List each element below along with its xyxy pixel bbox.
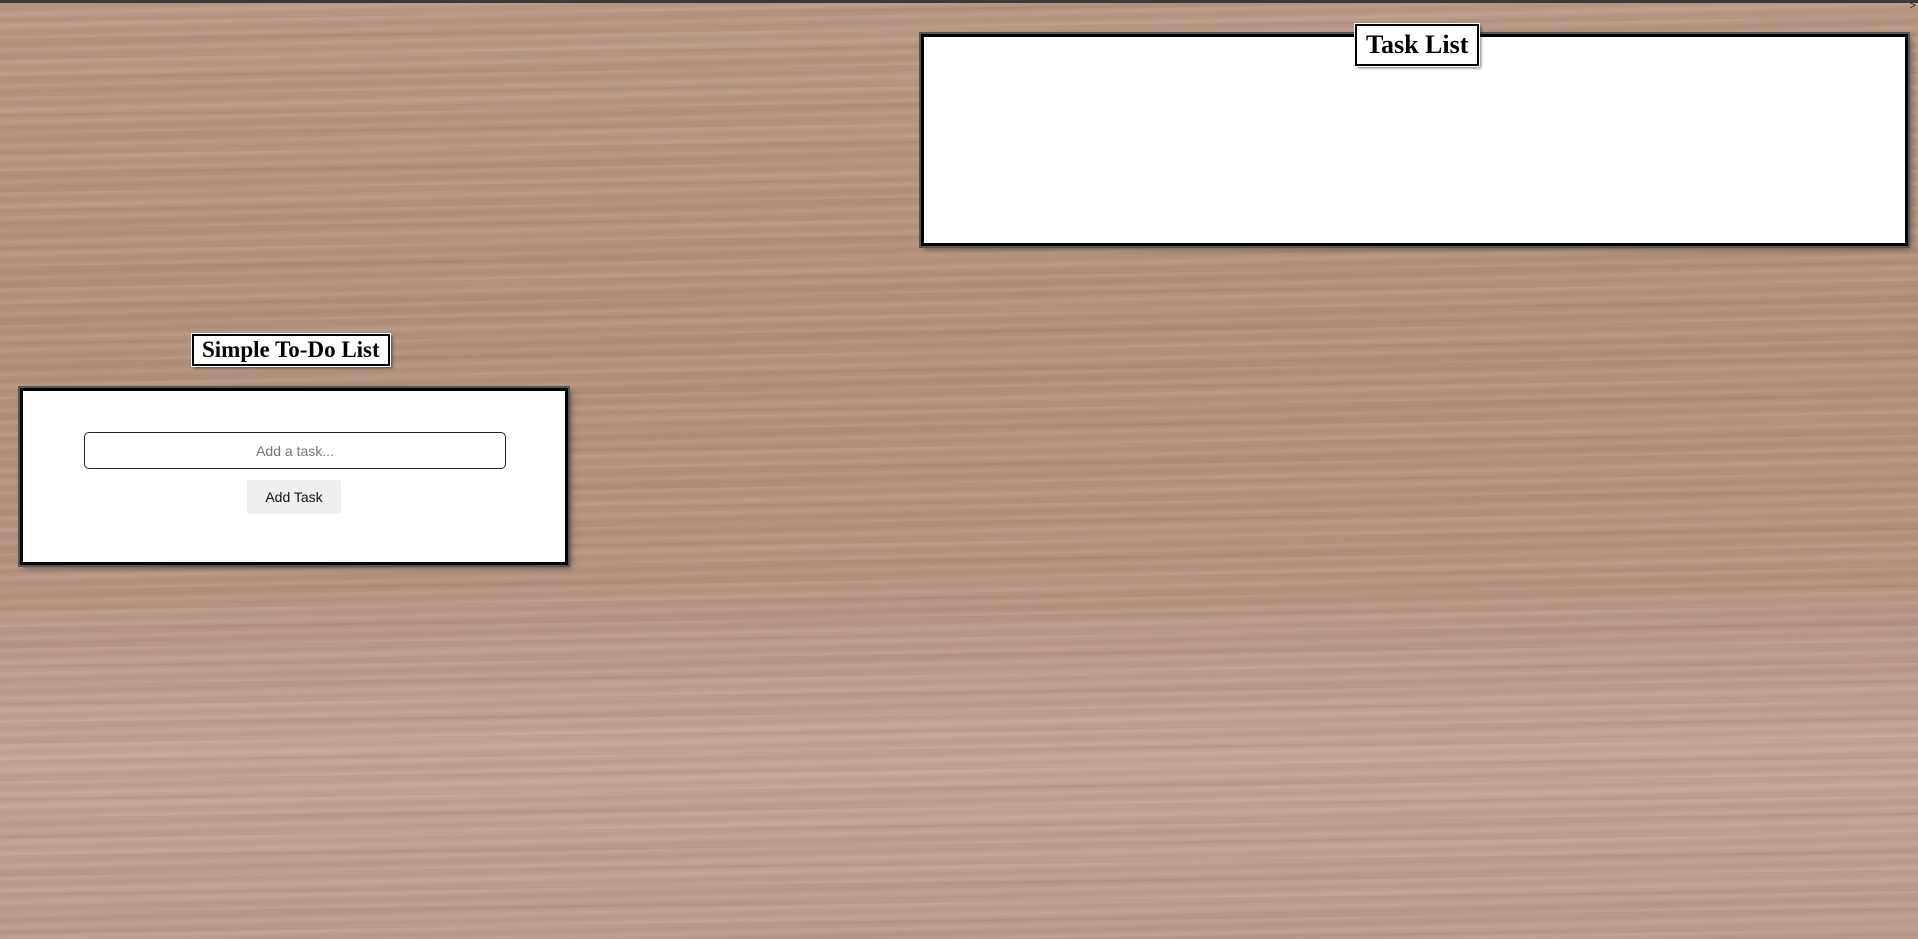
corner-arrow-icon: > bbox=[1909, 0, 1916, 12]
add-task-button[interactable]: Add Task bbox=[247, 480, 341, 514]
task-input[interactable] bbox=[84, 432, 506, 469]
todo-input-panel: Add Task bbox=[20, 388, 568, 565]
task-list-title: Task List bbox=[1355, 24, 1480, 66]
todo-title: Simple To-Do List bbox=[192, 334, 390, 366]
top-divider bbox=[0, 0, 1918, 3]
